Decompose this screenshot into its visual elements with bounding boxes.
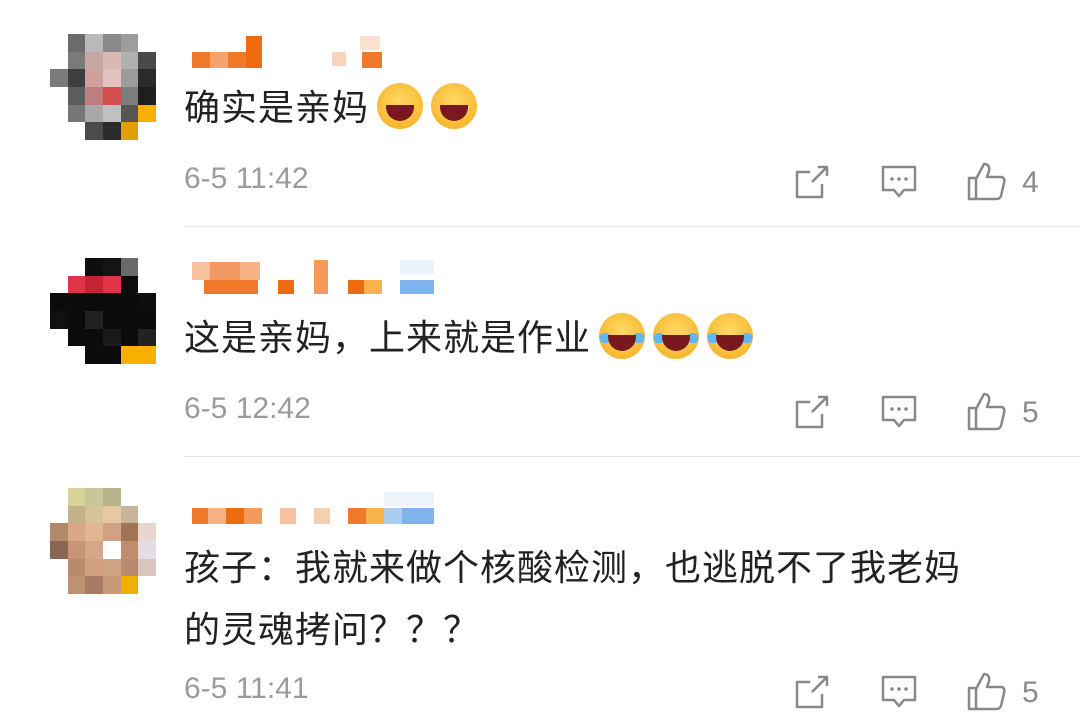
- share-icon[interactable]: [794, 164, 830, 204]
- comment-text: 孩子：我就来做个核酸检测，也逃脱不了我老妈 的灵魂拷问？？？: [184, 548, 962, 651]
- like-count: 5: [1022, 676, 1039, 709]
- username-redacted[interactable]: [192, 258, 452, 294]
- comment-timestamp: 6-5 11:41: [184, 672, 309, 705]
- comment-body: 这是亲妈，上来就是作业: [184, 318, 592, 359]
- comment-text: 确实是亲妈: [184, 78, 1044, 140]
- username-redacted[interactable]: [192, 34, 452, 68]
- grin-emoji: [377, 83, 424, 129]
- like-count: 4: [1022, 166, 1039, 199]
- reply-icon[interactable]: [880, 674, 918, 714]
- thumbs-up-icon[interactable]: [966, 160, 1008, 206]
- divider: [184, 456, 1080, 457]
- comment-actions: 4: [790, 162, 1050, 204]
- share-icon[interactable]: [794, 394, 830, 434]
- comment-actions: 5: [790, 672, 1050, 714]
- thumbs-up-icon[interactable]: [966, 390, 1008, 436]
- like-count: 5: [1022, 396, 1039, 429]
- comment-body: 确实是亲妈: [184, 88, 370, 129]
- laugh-cry-emoji: [599, 313, 646, 359]
- comment-text: 这是亲妈，上来就是作业: [184, 308, 1044, 370]
- divider: [184, 226, 1080, 227]
- avatar[interactable]: [50, 258, 156, 364]
- laugh-cry-emoji: [707, 313, 754, 359]
- thumbs-up-icon[interactable]: [966, 670, 1008, 716]
- laugh-cry-emoji: [653, 313, 700, 359]
- avatar[interactable]: [50, 34, 156, 140]
- avatar[interactable]: [50, 488, 156, 594]
- reply-icon[interactable]: [880, 394, 918, 434]
- comment-timestamp: 6-5 11:42: [184, 162, 309, 195]
- reply-icon[interactable]: [880, 164, 918, 204]
- username-redacted[interactable]: [192, 488, 452, 524]
- share-icon[interactable]: [794, 674, 830, 714]
- grin-emoji: [431, 83, 478, 129]
- comment-timestamp: 6-5 12:42: [184, 392, 311, 425]
- comment-actions: 5: [790, 392, 1050, 434]
